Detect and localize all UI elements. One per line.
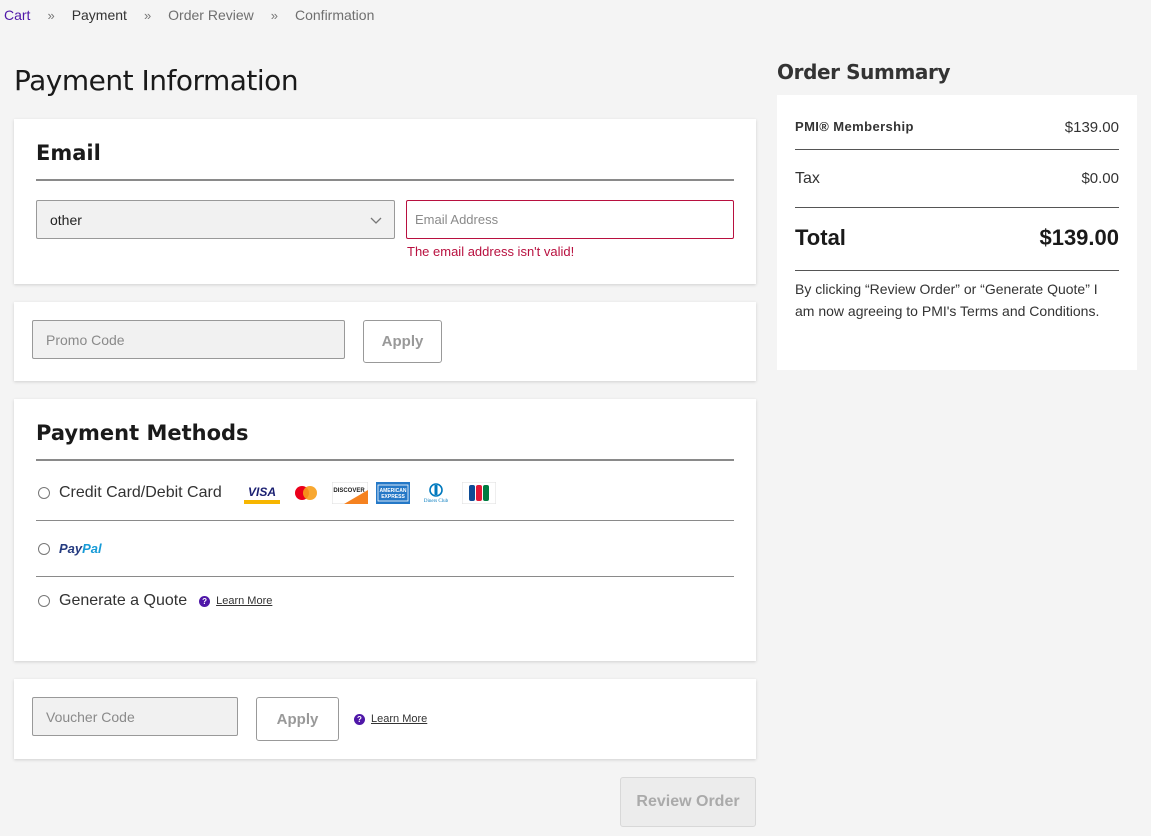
summary-row-membership: PMI® Membership $139.00 [795,119,1119,136]
email-type-select[interactable]: other [36,200,395,239]
voucher-help: ? Learn More [354,713,427,725]
svg-text:DISCOVER: DISCOVER [333,488,365,494]
payment-option-paypal[interactable]: PayPal [36,521,734,577]
help-icon: ? [354,713,365,725]
visa-icon: VISA [243,481,280,504]
breadcrumb-separator: » [143,7,152,23]
membership-price: $139.00 [1064,119,1119,136]
card-brand-logos: VISA DISCOVER AMERICAN EXPRESS Diners Cl [243,481,496,504]
paypal-logo-pal: Pal [82,541,102,556]
voucher-code-input[interactable] [32,697,238,736]
payment-option-quote[interactable]: Generate a Quote ? Learn More [36,573,734,629]
email-type-value: other [50,212,82,228]
total-label: Total [795,225,846,250]
voucher-apply-button[interactable]: Apply [256,697,339,741]
divider [795,207,1119,208]
quote-radio[interactable] [38,595,50,607]
svg-text:VISA: VISA [248,485,276,499]
quote-learn-more-link[interactable]: Learn More [216,595,272,607]
membership-label: PMI® Membership [795,119,914,134]
credit-card-radio[interactable] [38,486,50,499]
email-input[interactable] [406,200,734,239]
chevron-down-icon [370,217,382,224]
voucher-card: Apply ? Learn More [14,679,756,759]
amex-icon: AMERICAN EXPRESS [375,481,410,504]
voucher-learn-more-link[interactable]: Learn More [371,713,427,725]
paypal-logo-pay: Pay [59,541,83,556]
divider [795,270,1119,271]
breadcrumb-payment: Payment [71,7,127,23]
breadcrumb: Cart » Payment » Order Review » Confirma… [4,7,374,23]
tax-label: Tax [795,170,820,187]
mastercard-icon [294,485,317,500]
diners-club-icon: Diners Club [424,482,449,504]
breadcrumb-separator: » [270,7,278,23]
svg-text:Diners Club: Diners Club [424,499,449,504]
payment-methods-card: Payment Methods Credit Card/Debit Card V… [14,399,756,661]
review-order-button[interactable]: Review Order [620,777,756,827]
divider [36,459,734,461]
credit-card-label: Credit Card/Debit Card [59,483,222,501]
total-value: $139.00 [1039,225,1119,250]
email-error-message: The email address isn't valid! [407,244,575,259]
promo-code-input[interactable] [32,320,345,359]
payment-methods-title: Payment Methods [36,421,249,445]
email-card: Email other The email address isn't vali… [14,119,756,284]
summary-row-total: Total $139.00 [795,225,1119,251]
promo-apply-button[interactable]: Apply [363,320,442,363]
discover-icon: DISCOVER [331,481,368,504]
breadcrumb-confirmation: Confirmation [295,7,375,23]
breadcrumb-separator: » [47,7,55,23]
help-icon: ? [199,595,211,607]
paypal-logo: PayPal [59,541,102,556]
breadcrumb-cart[interactable]: Cart [4,7,30,23]
terms-note: By clicking “Review Order” or “Generate … [795,281,1100,319]
email-section-title: Email [36,141,101,165]
summary-row-tax: Tax $0.00 [795,170,1119,188]
tax-value: $0.00 [1081,170,1119,187]
payment-option-credit-card[interactable]: Credit Card/Debit Card VISA DISCOVER AME… [36,465,734,521]
paypal-radio[interactable] [38,542,50,555]
jcb-icon [461,481,496,504]
divider [795,149,1119,150]
order-summary-card: PMI® Membership $139.00 Tax $0.00 Total … [777,95,1137,370]
svg-text:EXPRESS: EXPRESS [381,494,405,500]
quote-label: Generate a Quote [59,592,188,609]
order-summary-title: Order Summary [777,60,951,84]
divider [36,179,734,181]
promo-card: Apply [14,302,756,381]
breadcrumb-order-review: Order Review [168,7,254,23]
page-title: Payment Information [14,64,299,97]
